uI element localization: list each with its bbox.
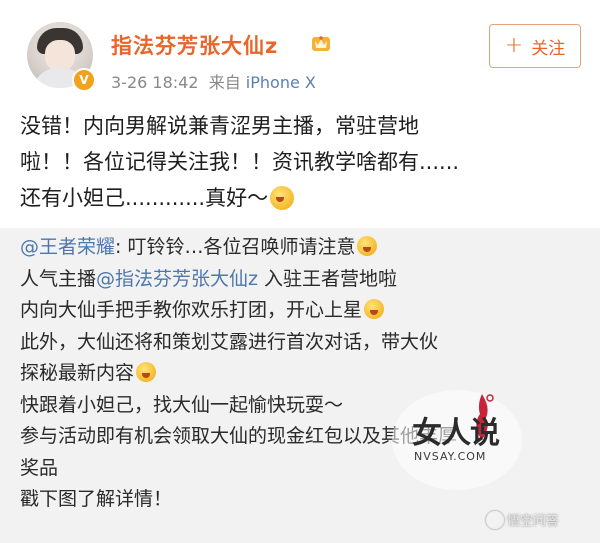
watermark-logo: 女人说: [412, 416, 500, 451]
corner-watermark-text: 悟空问答: [507, 514, 560, 529]
laughing-face-icon: [364, 299, 385, 319]
repost-line: @王者荣耀: 叮铃铃…各位召唤师请注意: [20, 232, 590, 264]
post-text-line: 没错！内向男解说兼青涩男主播，常驻营地: [20, 114, 419, 138]
verified-badge-icon: V: [72, 68, 96, 92]
username[interactable]: 指法芬芳张大仙z: [111, 30, 278, 60]
repost-line-5-text: 探秘最新内容: [20, 362, 135, 384]
follow-button[interactable]: + 关注: [489, 24, 581, 68]
wukong-logo-icon: [486, 511, 504, 529]
plus-icon: +: [504, 33, 524, 58]
mention-wangzhe[interactable]: @王者荣耀: [20, 236, 115, 258]
post-from-label: 来自: [208, 73, 241, 92]
repost-line: 内向大仙手把手教你欢乐打团，开心上星: [20, 295, 590, 327]
post-body: 没错！内向男解说兼青涩男主播，常驻营地 啦！！各位记得关注我！！资讯教学啥都有.…: [20, 108, 590, 216]
repost-line-2-suffix: 入驻王者营地啦: [258, 267, 398, 290]
follow-label: 关注: [531, 38, 566, 59]
repost-line-3-text: 内向大仙手把手教你欢乐打团，开心上星: [20, 299, 363, 321]
repost-card[interactable]: @王者荣耀: 叮铃铃…各位召唤师请注意 人气主播@指法芬芳张大仙z 入驻王者营地…: [0, 228, 600, 543]
crown-icon: [312, 36, 330, 51]
weibo-post-screenshot: V 指法芬芳张大仙z 3-26 18:42 来自 iPhone X + 关注 没…: [0, 0, 600, 543]
post-text-line: 还有小妲己............真好～: [20, 180, 590, 216]
repost-line-1-text: : 叮铃铃…各位召唤师请注意: [115, 236, 356, 258]
post-header: V 指法芬芳张大仙z 3-26 18:42 来自 iPhone X + 关注: [0, 0, 600, 105]
repost-line: 探秘最新内容: [20, 358, 590, 390]
repost-line: 此外，大仙还将和策划艾露进行首次对话，带大伙: [20, 330, 439, 353]
repost-line: 人气主播@指法芬芳张大仙z 入驻王者营地啦: [20, 264, 590, 296]
mention-streamer[interactable]: @指法芬芳张大仙z: [96, 268, 258, 290]
post-text-line: 啦！！各位记得关注我！！资讯教学啥都有......: [20, 150, 460, 174]
repost-line-2-prefix: 人气主播: [20, 267, 97, 290]
post-source[interactable]: iPhone X: [246, 73, 316, 92]
post-text-line-3: 还有小妲己............真好～: [20, 186, 269, 210]
watermark-site: NVSAY.COM: [414, 450, 487, 463]
post-time: 3-26 18:42: [111, 73, 199, 92]
grin-face-icon: [357, 236, 378, 256]
post-meta: 3-26 18:42 来自 iPhone X: [111, 69, 316, 93]
corner-watermark: 悟空问答: [486, 510, 559, 529]
surprised-face-icon: [270, 186, 295, 210]
shocked-face-icon: [136, 362, 157, 382]
